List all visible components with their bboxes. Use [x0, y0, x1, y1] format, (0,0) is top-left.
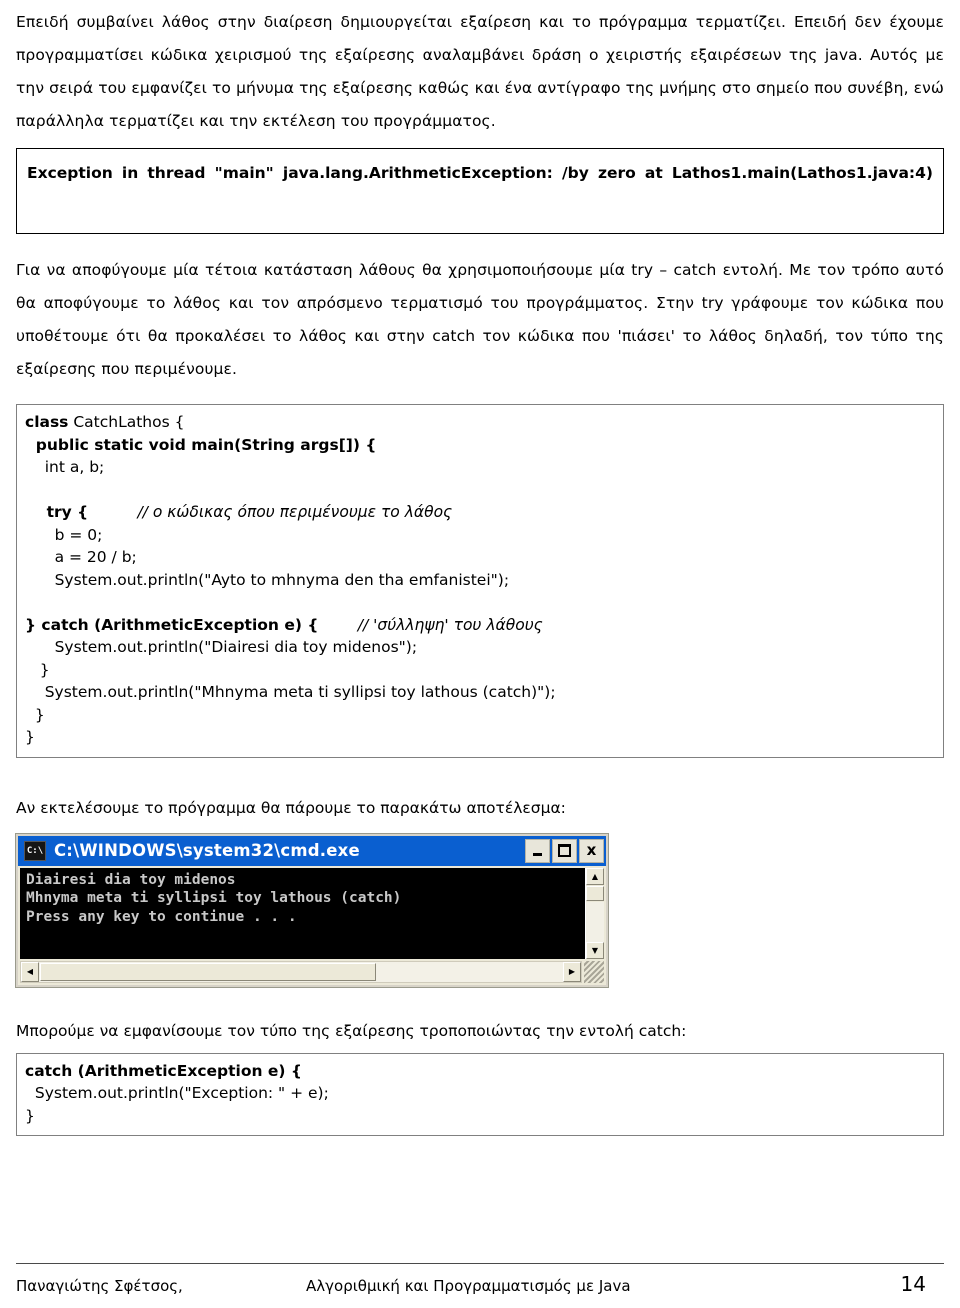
vertical-scroll-track[interactable] — [586, 901, 604, 942]
code-close-class: } — [25, 728, 35, 746]
cmd-body: Diairesi dia toy midenos Mhnyma meta ti … — [18, 865, 606, 959]
code-close-catch: } — [25, 660, 50, 679]
code-comment-catch: // 'σύλληψη' του λάθους — [318, 615, 543, 634]
code-listing-main: class CatchLathos { public static void m… — [25, 411, 935, 749]
cmd-titlebar: C:\ C:\WINDOWS\system32\cmd.exe x — [18, 835, 606, 866]
code-println-catch: System.out.println("Diairesi dia toy mid… — [25, 638, 418, 656]
code-try-open: try { — [25, 503, 89, 521]
cmd-prompt-icon: C:\ — [24, 840, 46, 861]
code-catch-open: } catch (ArithmeticException e) { — [25, 615, 319, 634]
cmd-window-title: C:\WINDOWS\system32\cmd.exe — [54, 841, 360, 860]
vertical-scroll-thumb[interactable] — [586, 885, 604, 901]
footer-divider — [16, 1263, 944, 1264]
window-controls: x — [525, 838, 604, 863]
code-assign-a: a = 20 / b; — [25, 548, 137, 566]
horizontal-scroll-thumb[interactable] — [40, 962, 376, 981]
vertical-scrollbar[interactable]: ▲ ▼ — [585, 867, 604, 959]
result-lead-text: Αν εκτελέσουμε το πρόγραμμα θα πάρουμε τ… — [16, 798, 566, 817]
resize-grip-icon[interactable] — [584, 960, 604, 983]
code-println-after: System.out.println("Mhnyma meta ti sylli… — [25, 683, 556, 701]
cmd-window: C:\ C:\WINDOWS\system32\cmd.exe x Diaire… — [16, 833, 608, 987]
intro-paragraph: Επειδή συμβαίνει λάθος στην διαίρεση δημ… — [16, 13, 944, 130]
console-line-1: Diairesi dia toy midenos — [26, 871, 236, 888]
console-screenshot-wrapper: C:\ C:\WINDOWS\system32\cmd.exe x Diaire… — [16, 833, 608, 987]
console-line-3: Press any key to continue . . . — [26, 908, 297, 925]
scroll-up-button[interactable]: ▲ — [586, 867, 604, 885]
minimize-icon — [533, 853, 542, 856]
code-block-catch-variant: catch (ArithmeticException e) { System.o… — [16, 1052, 944, 1136]
scroll-left-button[interactable]: ◀ — [21, 961, 39, 982]
footer-page-number: 14 — [900, 1272, 926, 1296]
code-main-signature: public static void main(String args[]) { — [25, 435, 377, 454]
close-button[interactable]: x — [579, 838, 604, 863]
code-close-main: } — [25, 705, 45, 724]
code-comment-try: // ο κώδικας όπου περιμένουμε το λάθος — [88, 503, 453, 521]
maximize-button[interactable] — [552, 838, 577, 863]
code-catch-signature: catch (ArithmeticException e) { — [25, 1061, 302, 1080]
maximize-icon — [558, 844, 571, 857]
minimize-button[interactable] — [525, 838, 550, 863]
code-listing-catch: catch (ArithmeticException e) { System.o… — [25, 1060, 935, 1128]
cmd-footer: ◀ ▶ — [18, 958, 606, 985]
horizontal-scrollbar[interactable]: ◀ ▶ — [20, 960, 582, 983]
code-class-decl: CatchLathos { — [68, 413, 185, 431]
exception-output-box: Exception in thread "main" java.lang.Ari… — [16, 148, 944, 234]
page-footer: Παναγιώτης Σφέτσος, Αλγοριθμική και Προγ… — [16, 1263, 944, 1296]
code-block-catchlathos: class CatchLathos { public static void m… — [16, 404, 944, 758]
document-page: Επειδή συμβαίνει λάθος στην διαίρεση δημ… — [0, 0, 960, 1308]
footer-book-title: Αλγοριθμική και Προγραμματισμός με Java — [306, 1277, 631, 1295]
scroll-right-button[interactable]: ▶ — [563, 961, 581, 982]
code-catch-println: System.out.println("Exception: " + e); — [25, 1084, 329, 1102]
cmd-output-screen: Diairesi dia toy midenos Mhnyma meta ti … — [20, 867, 585, 959]
code-catch-close: } — [25, 1106, 35, 1125]
code-keyword-class: class — [25, 413, 69, 431]
exception-output-text: Exception in thread "main" java.lang.Ari… — [27, 164, 933, 182]
code-println-try: System.out.println("Ayto to mhnyma den t… — [25, 570, 510, 589]
try-catch-paragraph: Για να αποφύγουμε μία τέτοια κατάσταση λ… — [16, 261, 944, 378]
modify-lead-text: Μπορούμε να εμφανίσουμε τον τύπο της εξα… — [16, 1021, 687, 1040]
footer-author: Παναγιώτης Σφέτσος, — [16, 1277, 183, 1295]
code-var-decl: int a, b; — [25, 458, 105, 476]
code-assign-b: b = 0; — [25, 525, 103, 544]
close-icon: x — [586, 841, 597, 859]
footer-row: Παναγιώτης Σφέτσος, Αλγοριθμική και Προγ… — [16, 1272, 944, 1296]
horizontal-scroll-track[interactable] — [377, 962, 563, 982]
console-line-2: Mhnyma meta ti syllipsi toy lathous (cat… — [26, 890, 402, 906]
scroll-down-button[interactable]: ▼ — [586, 941, 604, 959]
